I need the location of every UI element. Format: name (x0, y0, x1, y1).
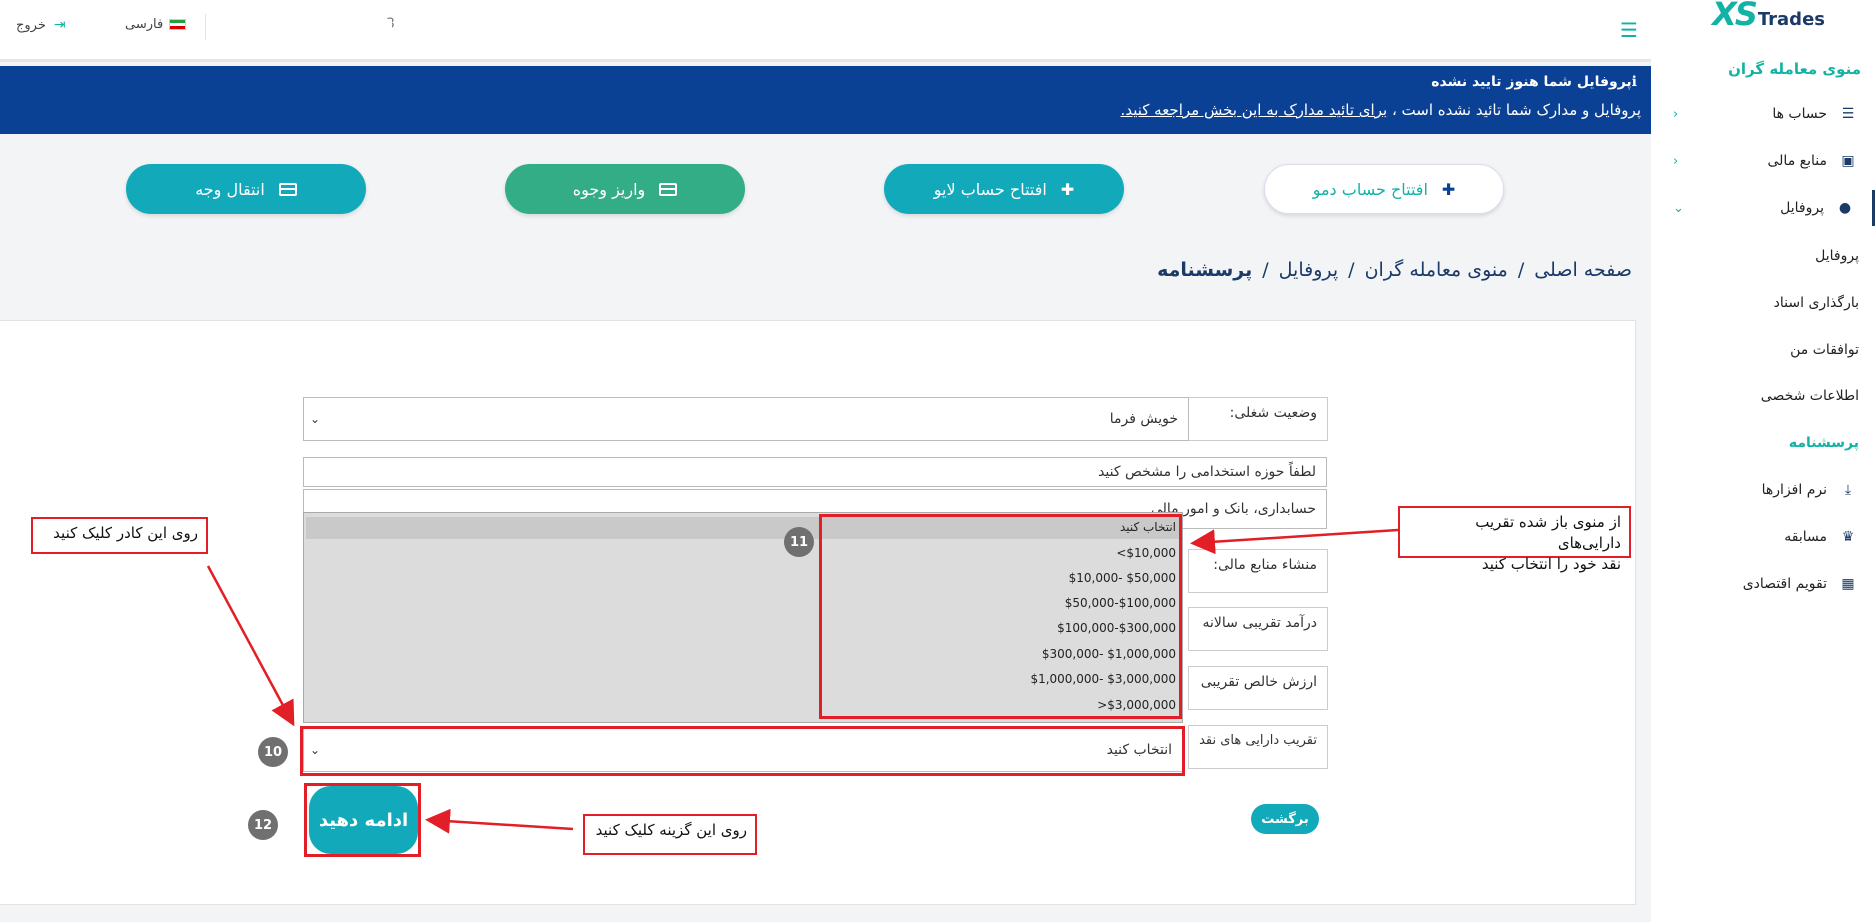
credit-card-icon (278, 182, 297, 196)
notice-text: پروفایل و مدارک شما تائید نشده است ، (1387, 101, 1641, 119)
options-highlight-box (819, 514, 1182, 719)
sidebar-item-label: تقویم اقتصادی (1742, 576, 1827, 592)
info-icon: ℹ (1631, 74, 1637, 90)
annotation-line: نقد خود را انتخاب کنید (1481, 555, 1621, 573)
language-label: فارسی (125, 17, 164, 32)
topbar-divider (205, 14, 206, 40)
credit-card-icon (659, 182, 678, 196)
sign-out-icon: ⇥ (53, 17, 66, 33)
sidebar-item-label: منابع مالی (1767, 153, 1828, 169)
step-badge-10: 10 (258, 737, 288, 767)
redacted-user-info (236, 20, 391, 52)
hamburger-menu-icon[interactable]: ☰ (1620, 18, 1638, 42)
sidebar-item-software[interactable]: ⤓ نرم افزارها (1651, 472, 1875, 508)
annotation-choose-from-menu: از منوی باز شده تقریب دارایی‌های نقد خود… (1398, 506, 1631, 573)
breadcrumb: صفحه اصلی / منوی معامله گران / پروفایل /… (1157, 259, 1632, 281)
plus-icon: ✚ (1441, 179, 1456, 199)
sidebar-item-label: حساب ها (1772, 106, 1827, 122)
sidebar-subitem-personal-info[interactable]: اطلاعات شخصی (1761, 388, 1859, 404)
verify-documents-link[interactable]: برای تائید مدارک به این بخش مراجعه کنید. (1121, 101, 1388, 119)
deposit-button[interactable]: واریز وجوه (505, 164, 745, 214)
annual-income-label: درآمد تقریبی سالانه (1188, 607, 1328, 651)
notice-title: ℹپروفایل شما هنوز تایید نشده (1431, 74, 1637, 90)
sidebar-section-title: منوی معامله گران (1728, 60, 1861, 78)
continue-highlight-box (304, 783, 421, 857)
sidebar-subitem-profile[interactable]: پروفایل (1815, 248, 1859, 264)
net-worth-label: ارزش خالص تقریبی (1188, 666, 1328, 710)
logo[interactable]: XS Trades (1712, 0, 1825, 30)
breadcrumb-separator: / (1348, 259, 1355, 281)
sidebar: XS Trades منوی معامله گران ☰ حساب ها ‹ ▣… (1651, 0, 1875, 922)
select-highlight-box (300, 726, 1185, 776)
breadcrumb-separator: / (1262, 259, 1269, 281)
employment-status-select[interactable]: خویش فرما ⌄ (303, 397, 1189, 441)
source-of-funds-label: منشاء منابع مالی: (1188, 549, 1328, 593)
sidebar-item-economic-calendar[interactable]: ▦ تقویم اقتصادی (1651, 566, 1875, 602)
sidebar-item-label: پروفایل (1780, 200, 1824, 216)
logo-mark: XS (1712, 0, 1758, 33)
calendar-icon: ▦ (1841, 576, 1855, 592)
step-badge-11: 11 (784, 527, 814, 557)
sidebar-item-label: نرم افزارها (1761, 482, 1827, 498)
plus-icon: ✚ (1060, 179, 1075, 199)
language-selector[interactable]: فارسی (125, 17, 187, 32)
sidebar-item-label: مسابقه (1784, 529, 1827, 545)
back-button[interactable]: برگشت (1251, 804, 1319, 834)
button-label: افتتاح حساب لایو (933, 179, 1047, 199)
liquid-assets-label: تقریب دارایی های نقد (1188, 725, 1328, 769)
breadcrumb-separator: / (1517, 259, 1525, 281)
annotation-line: از منوی باز شده تقریب دارایی‌های (1475, 513, 1621, 552)
button-label: واریز وجوه (572, 179, 646, 199)
chevron-down-icon: ⌄ (310, 412, 321, 426)
annotation-click-box: روی این کادر کلیک کنید (31, 517, 208, 554)
breadcrumb-traders-menu[interactable]: منوی معامله گران (1365, 259, 1508, 281)
button-label: انتقال وجه (195, 179, 265, 199)
wallet-icon: ▣ (1841, 153, 1855, 169)
sidebar-subitem-agreements[interactable]: توافقات من (1790, 342, 1859, 358)
list-icon: ☰ (1841, 106, 1855, 122)
logo-text: Trades (1757, 9, 1825, 30)
page: XS Trades منوی معامله گران ☰ حساب ها ‹ ▣… (0, 0, 1875, 922)
sidebar-item-funds[interactable]: ▣ منابع مالی ‹ (1651, 143, 1875, 179)
button-label: افتتاح حساب دمو (1312, 179, 1428, 199)
breadcrumb-current: پرسشنامه (1157, 259, 1253, 281)
open-live-account-button[interactable]: ✚ افتتاح حساب لایو (884, 164, 1124, 214)
logout-label: خروج (16, 17, 46, 33)
annotation-click-option: روی این گزینه کلیک کنید (583, 814, 757, 855)
transfer-button[interactable]: انتقال وجه (126, 164, 366, 214)
iran-flag-icon (169, 19, 187, 30)
open-demo-account-button[interactable]: ✚ افتتاح حساب دمو (1264, 164, 1504, 214)
industry-prompt: لطفاً حوزه استخدامی را مشخص کنید (303, 457, 1327, 487)
breadcrumb-home[interactable]: صفحه اصلی (1534, 259, 1632, 281)
chevron-left-icon: ‹ (1673, 153, 1679, 169)
chevron-left-icon: ‹ (1673, 106, 1679, 122)
sidebar-subitem-questionnaire[interactable]: پرسشنامه (1789, 435, 1859, 451)
download-icon: ⤓ (1844, 482, 1852, 498)
sidebar-item-contest[interactable]: ♛ مسابقه (1651, 519, 1875, 555)
step-badge-12: 12 (248, 810, 278, 840)
sidebar-item-profile[interactable]: ● پروفایل ⌄ (1651, 190, 1875, 226)
sidebar-subitem-upload-documents[interactable]: بارگذاری اسناد (1774, 295, 1859, 311)
industry-prompt-text: لطفاً حوزه استخدامی را مشخص کنید (1098, 464, 1316, 480)
trophy-icon: ♛ (1841, 529, 1855, 545)
top-bar: خروج ⇥ فارسی 3 ☰ (0, 0, 1651, 62)
sidebar-item-accounts[interactable]: ☰ حساب ها ‹ (1651, 96, 1875, 132)
profile-not-verified-banner: ℹپروفایل شما هنوز تایید نشده پروفایل و م… (0, 66, 1651, 134)
user-icon: ● (1838, 200, 1852, 216)
logout-button[interactable]: خروج ⇥ (16, 17, 66, 33)
breadcrumb-profile[interactable]: پروفایل (1279, 259, 1339, 281)
employment-status-value: خویش فرما (1109, 411, 1178, 427)
employment-status-label: وضعیت شغلی: (1188, 397, 1328, 441)
chevron-down-icon: ⌄ (1673, 200, 1684, 216)
notice-body: پروفایل و مدارک شما تائید نشده است ، برا… (1121, 101, 1641, 119)
